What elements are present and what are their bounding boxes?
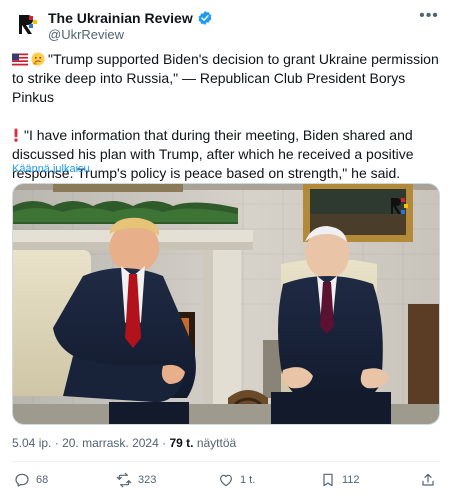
post-photo[interactable] <box>12 183 440 425</box>
post-date[interactable]: 20. marrask. 2024 <box>62 436 159 450</box>
translate-post-link[interactable]: Käännä julkaisu <box>12 163 90 175</box>
share-icon <box>422 473 434 486</box>
more-options-icon[interactable]: ••• <box>418 8 440 28</box>
share-button[interactable] <box>420 472 436 488</box>
reply-icon <box>15 473 29 487</box>
repost-count: 323 <box>138 474 157 486</box>
action-bar: 68 323 1 t. 112 <box>12 472 440 492</box>
post-meta: 5.04 ip. · 20. marrask. 2024 · 79 t. näy… <box>12 436 236 450</box>
account-name[interactable]: The Ukrainian Review <box>48 10 193 26</box>
heart-icon <box>220 474 232 487</box>
us-flag-icon <box>12 53 28 66</box>
like-button[interactable]: 1 t. <box>218 472 255 488</box>
divider <box>12 461 440 462</box>
bookmark-count: 112 <box>342 474 360 486</box>
reply-count: 68 <box>36 474 49 486</box>
account-avatar[interactable] <box>12 10 40 38</box>
post-paragraph-1: "Trump supported Biden's decision to gra… <box>12 50 440 107</box>
thinking-face-icon <box>31 52 45 66</box>
bookmark-icon <box>323 473 333 487</box>
post-paragraph-1-text: "Trump supported Biden's decision to gra… <box>12 51 439 105</box>
repost-button[interactable]: 323 <box>116 472 156 488</box>
account-handle[interactable]: @UkrReview <box>48 27 124 42</box>
like-count: 1 t. <box>240 474 256 486</box>
exclamation-icon <box>14 128 18 142</box>
views-count: 79 t. <box>169 436 194 450</box>
ukrainian-review-logo-icon <box>12 10 40 38</box>
meta-separator: · <box>54 436 63 450</box>
post-header: The Ukrainian Review @UkrReview ••• <box>12 8 440 44</box>
reply-button[interactable]: 68 <box>14 472 48 488</box>
oval-office-meeting-photo <box>13 184 439 424</box>
post-time[interactable]: 5.04 ip. <box>12 436 51 450</box>
bookmark-button[interactable]: 112 <box>320 472 360 488</box>
repost-icon <box>116 472 132 488</box>
verified-badge-icon <box>198 11 212 25</box>
views-label: näyttöä <box>196 436 237 450</box>
